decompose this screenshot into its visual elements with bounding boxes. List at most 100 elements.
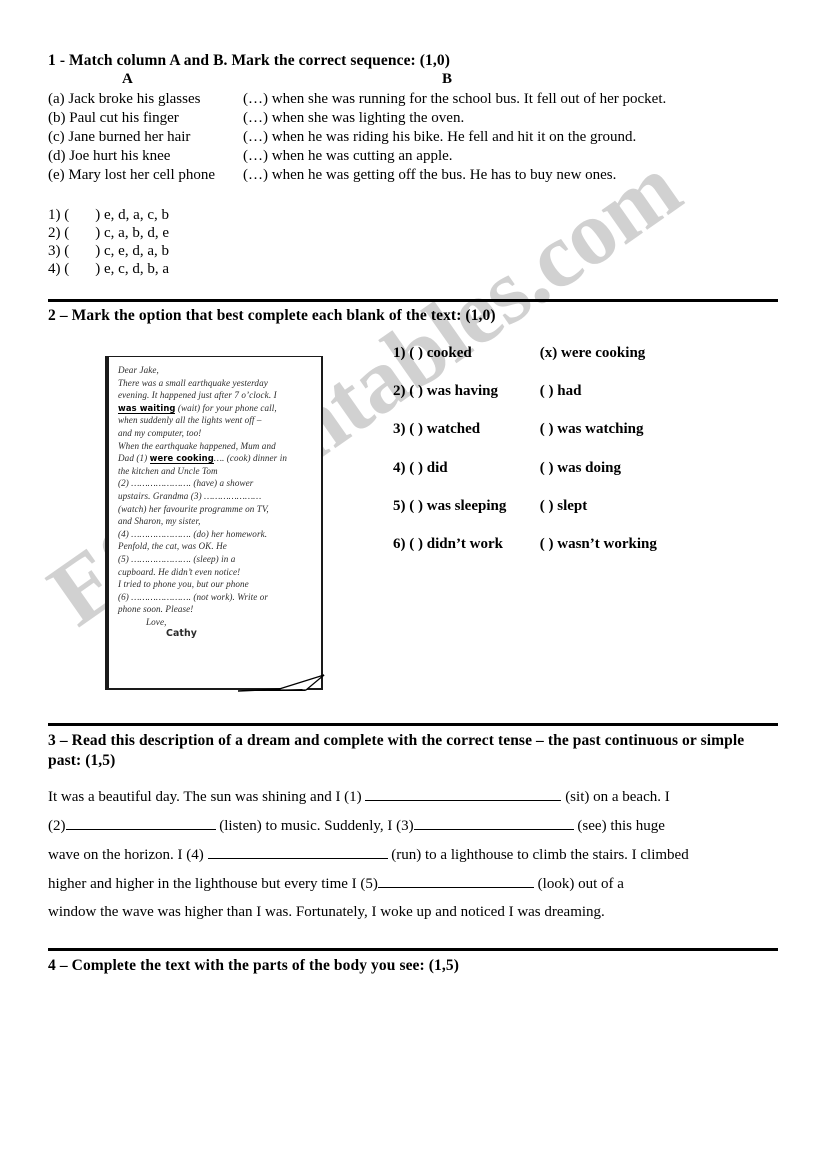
option-row[interactable]: 4) ( ) did ( ) was doing (393, 459, 621, 478)
option-first[interactable]: ) cooked (418, 344, 536, 363)
letter-text: Dear Jake, There was a small earthquake … (109, 357, 321, 641)
letter-line: (6) …………………. (not work). Write or (118, 591, 269, 602)
letter-line-rest: (wait) for your phone call, (177, 402, 277, 413)
letter-blank-answer: were cooking (149, 453, 214, 465)
option-first[interactable]: ) watched (418, 420, 536, 439)
option-second[interactable]: ( ) was watching (540, 420, 644, 439)
letter-filled-answer: was waiting (118, 402, 176, 414)
dream-text: It was a beautiful day. The sun was shin… (48, 789, 362, 805)
column-b-label: B (442, 71, 453, 87)
exercise-1-heading: 1 - Match column A and B. Mark the corre… (48, 52, 450, 69)
option-number: 4) ( (393, 460, 415, 476)
letter-blank-prefix: Dad (1) (118, 453, 148, 464)
option-row[interactable]: 2) ( ) was having ( ) had (393, 382, 581, 401)
letter-line: and Sharon, my sister, (118, 516, 201, 527)
letter-line: I tried to phone you, but our phone (118, 579, 249, 590)
section-divider (48, 948, 778, 951)
letter-greeting: Dear Jake, (118, 365, 159, 375)
sequence-close-paren: ) (95, 225, 101, 241)
dream-text: wave on the horizon. I (4) (48, 847, 204, 863)
letter-line: Penfold, the cat, was OK. He (118, 541, 227, 552)
column-a-item: (e) Mary lost her cell phone (48, 167, 216, 183)
letter-closing: Love, (146, 616, 167, 627)
answer-blank-3[interactable] (413, 816, 574, 830)
letter-blank-1-line: Dad (1) were cooking…. (cook) dinner in (118, 452, 315, 465)
column-a-item: (c) Jane burned her hair (48, 129, 191, 145)
sequence-number: 4) ( (48, 261, 70, 277)
sequence-option[interactable]: 1) () e, d, a, c, b (48, 206, 169, 224)
option-second[interactable]: ( ) was doing (540, 459, 621, 478)
column-a-item: (d) Joe hurt his knee (48, 148, 171, 164)
sequence-option[interactable]: 4) () e, c, d, b, a (48, 260, 169, 278)
column-b-item[interactable]: (…) when he was riding his bike. He fell… (243, 128, 636, 147)
letter-signature: Cathy (166, 628, 197, 640)
dream-text: (sit) on a beach. I (565, 789, 670, 805)
option-first[interactable]: ) was sleeping (418, 497, 536, 516)
letter-line: (watch) her favourite programme on TV, (118, 503, 269, 514)
option-second[interactable]: ( ) wasn’t working (540, 535, 657, 554)
sequence-answer: e, d, a, c, b (104, 207, 169, 223)
sequence-answer: c, e, d, a, b (104, 243, 169, 259)
sequence-option[interactable]: 2) () c, a, b, d, e (48, 224, 169, 242)
option-first[interactable]: ) did (418, 459, 536, 478)
column-a-label: A (122, 71, 133, 87)
answer-blank-2[interactable] (65, 816, 216, 830)
column-b-item[interactable]: (…) when he was cutting an apple. (243, 147, 453, 166)
dream-text: window the wave was higher than I was. F… (48, 904, 605, 920)
option-row[interactable]: 6) ( ) didn’t work ( ) wasn’t working (393, 535, 657, 554)
sequence-number: 2) ( (48, 225, 70, 241)
dream-text: (listen) to music. Suddenly, I (3) (219, 818, 414, 834)
letter-line: (5) …………………. (sleep) in a (118, 553, 236, 564)
column-b-item[interactable]: (…) when she was lighting the oven. (243, 109, 464, 128)
letter-line: (2) …………………. (have) a shower (118, 478, 254, 489)
option-number: 1) ( (393, 345, 415, 361)
sequence-close-paren: ) (95, 261, 101, 277)
dream-text: (2) (48, 818, 66, 834)
option-first[interactable]: ) was having (418, 382, 536, 401)
answer-blank-1[interactable] (365, 787, 562, 801)
exercise-2-heading: 2 – Mark the option that best complete e… (48, 307, 496, 324)
letter-line: when suddenly all the lights went off – (118, 415, 262, 426)
letter-line: evening. It happened just after 7 o’cloc… (118, 390, 277, 401)
exercise-3-heading: 3 – Read this description of a dream and… (48, 732, 745, 769)
answer-blank-5[interactable] (377, 874, 534, 888)
exercise-4-heading: 4 – Complete the text with the parts of … (48, 957, 459, 974)
option-first[interactable]: ) didn’t work (418, 535, 536, 554)
dream-text-line: (2) (listen) to music. Suddenly, I (3) (… (48, 816, 778, 836)
option-second[interactable]: ( ) had (540, 382, 582, 401)
sequence-close-paren: ) (95, 207, 101, 223)
dream-text-line: higher and higher in the lighthouse but … (48, 874, 778, 894)
letter-line: phone soon. Please! (118, 604, 194, 615)
letter-line: and my computer, too! (118, 427, 202, 438)
section-divider (48, 299, 778, 302)
letter-line: (4) …………………. (do) her homework. (118, 528, 268, 539)
column-a-item: (a) Jack broke his glasses (48, 91, 201, 107)
sequence-close-paren: ) (95, 243, 101, 259)
letter-line-with-answer: was waiting (wait) for your phone call, (118, 402, 315, 415)
sequence-answer: c, a, b, d, e (104, 225, 169, 241)
sequence-option[interactable]: 3) () c, e, d, a, b (48, 242, 169, 260)
option-row[interactable]: 5) ( ) was sleeping ( ) slept (393, 497, 587, 516)
option-number: 5) ( (393, 498, 415, 514)
letter-line: When the earthquake happened, Mum and (118, 440, 276, 451)
letter-line: the kitchen and Uncle Tom (118, 465, 218, 476)
letter-line: upstairs. Grandma (3) ………………… (118, 490, 262, 501)
column-b-item[interactable]: (…) when she was running for the school … (243, 90, 666, 109)
column-a-item: (b) Paul cut his finger (48, 110, 179, 126)
dream-text-line: window the wave was higher than I was. F… (48, 903, 778, 922)
answer-blank-4[interactable] (207, 845, 388, 859)
dream-text: (see) this huge (577, 818, 665, 834)
letter-image: Dear Jake, There was a small earthquake … (105, 356, 323, 690)
letter-line: There was a small earthquake yesterday (118, 377, 268, 388)
option-second[interactable]: (x) were cooking (540, 344, 646, 363)
sequence-answer: e, c, d, b, a (104, 261, 169, 277)
option-second[interactable]: ( ) slept (540, 497, 588, 516)
section-divider (48, 723, 778, 726)
option-row[interactable]: 3) ( ) watched ( ) was watching (393, 420, 644, 439)
sequence-number: 1) ( (48, 207, 70, 223)
option-row[interactable]: 1) ( ) cooked (x) were cooking (393, 344, 645, 363)
dream-text: higher and higher in the lighthouse but … (48, 876, 378, 892)
letter-blank-suffix: …. (cook) dinner in (213, 453, 287, 464)
column-b-item[interactable]: (…) when he was getting off the bus. He … (243, 166, 616, 185)
dream-text-line: wave on the horizon. I (4) (run) to a li… (48, 845, 778, 865)
